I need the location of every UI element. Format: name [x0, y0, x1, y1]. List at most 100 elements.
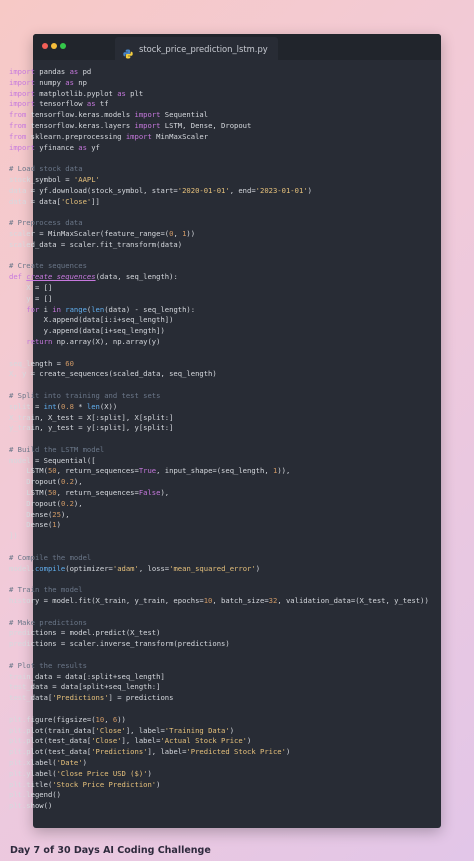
code-token: test_data[	[9, 693, 53, 703]
comment-token: # Make predictions	[9, 617, 87, 627]
file-tab[interactable]: stock_price_prediction_lstm.py	[115, 37, 278, 60]
number-token: 50	[47, 466, 57, 476]
code-token: MinMaxScaler	[151, 131, 209, 141]
code-token: , batch_size=	[212, 596, 269, 606]
code-token: matplotlib.pyplot	[34, 88, 118, 98]
keyword-token: from	[9, 120, 27, 130]
code-line: plt.plot(test_data['Predictions'], label…	[9, 747, 429, 758]
code-line: import pandas as pd	[9, 67, 429, 78]
code-token: plt.show()	[9, 801, 53, 811]
code-line: # Split into training and test sets	[9, 391, 429, 402]
code-token: )	[147, 768, 152, 778]
code-token: Dropout(	[9, 498, 61, 508]
python-icon	[123, 44, 133, 58]
code-token: np.array(X), np.array(y)	[52, 336, 161, 346]
code-token: )	[156, 779, 161, 789]
code-token: tensorflow	[34, 99, 87, 109]
code-line: def create_sequences(data, seq_length):	[9, 272, 429, 283]
code-token: )	[255, 563, 261, 573]
builtin-token: range	[65, 304, 87, 314]
code-line: from tensorflow.keras.models import Sequ…	[9, 110, 429, 121]
code-line: test_data = data[split+seq_length:]	[9, 682, 429, 693]
code-token: ])	[9, 531, 18, 541]
code-token: predictions = scaler.inverse_transform(p…	[9, 639, 230, 649]
code-token: tensorflow.keras.layers	[26, 120, 135, 130]
code-token: test_data = data[split+seq_length:]	[9, 682, 161, 692]
code-token: scaler = MinMaxScaler(feature_range=(	[9, 228, 170, 238]
builtin-token: int	[43, 401, 57, 411]
code-token: plt.plot(train_data[	[9, 725, 96, 735]
code-token: predictions = model.predict(X_test)	[9, 628, 161, 638]
code-token: , return_sequences=	[56, 466, 139, 476]
builtin-token: len	[86, 401, 100, 411]
code-line: # Train the model	[9, 585, 429, 596]
code-line: # Plot the results	[9, 661, 429, 672]
close-window-button[interactable]	[42, 43, 48, 49]
code-token: train_data = data[:split+seq_length]	[9, 671, 165, 681]
builtin-token: len	[91, 304, 105, 314]
comment-token: # Create sequences	[9, 261, 87, 271]
keyword-token: return	[26, 336, 53, 346]
code-token: ),	[73, 498, 83, 508]
keyword-token: as	[65, 77, 74, 87]
string-token: 'Predictions'	[91, 747, 148, 757]
code-token: yfinance	[34, 142, 79, 152]
code-line: for i in range(len(data) - seq_length):	[9, 305, 429, 316]
comment-token: # Plot the results	[9, 660, 87, 670]
code-token: ,	[173, 228, 183, 238]
code-line: stock_symbol = 'AAPL'	[9, 175, 429, 186]
code-line: LSTM(50, return_sequences=False),	[9, 488, 429, 499]
code-line: Dense(1)	[9, 520, 429, 531]
comment-token: # Preprocess data	[9, 218, 83, 228]
code-token: scaled_data = scaler.fit_transform(data)	[9, 239, 183, 249]
code-line: y.append(data[i+seq_length])	[9, 326, 429, 337]
code-token: pandas	[34, 67, 70, 76]
code-token: Dropout(	[9, 477, 61, 487]
minimize-window-button[interactable]	[51, 43, 57, 49]
code-token: i	[39, 304, 53, 314]
code-line: import yfinance as yf	[9, 143, 429, 154]
code-token: y = []	[9, 293, 53, 303]
code-token: LSTM(	[9, 466, 48, 476]
code-token: , loss=	[138, 563, 170, 573]
string-token: 'Close'	[91, 736, 122, 746]
code-token: )	[247, 736, 252, 746]
code-token: plt.figure(figsize=(	[9, 714, 96, 724]
file-tab-label: stock_price_prediction_lstm.py	[139, 43, 268, 54]
number-token: 60	[65, 358, 74, 368]
string-token: 'Close Price USD ($)'	[56, 768, 148, 778]
code-line: data = data['Close']]	[9, 197, 429, 208]
code-token: ))	[186, 228, 196, 238]
code-token: X_train, X_test = X[:split], X[split:]	[9, 412, 174, 422]
code-editor[interactable]: import pandas as pd import numpy as np imp…	[9, 67, 429, 812]
code-token: history = model.fit(X_train, y_train, ep…	[9, 596, 204, 606]
maximize-window-button[interactable]	[60, 43, 66, 49]
code-line: LSTM(50, return_sequences=True, input_sh…	[9, 466, 429, 477]
code-token: model.	[9, 563, 35, 573]
number-token: 0.2	[60, 477, 74, 487]
keyword-token: from	[9, 131, 27, 141]
code-line: X_train, X_test = X[:split], X[split:]	[9, 413, 429, 424]
string-token: 'Actual Stock Price'	[160, 736, 248, 746]
comment-token: # Compile the model	[9, 552, 92, 562]
string-token: 'adam'	[112, 563, 139, 573]
keyword-token: as	[86, 99, 96, 109]
footer-caption: Day 7 of 30 Days AI Coding Challenge	[10, 845, 211, 856]
string-token: 'Close'	[60, 196, 92, 206]
code-line: train_data = data[:split+seq_length]	[9, 672, 429, 683]
code-token: ], label=	[121, 736, 161, 746]
keyword-token: import	[9, 77, 35, 87]
keyword-token: import	[9, 88, 35, 98]
keyword-token: from	[9, 110, 27, 120]
code-line: # Make predictions	[9, 618, 429, 629]
code-token: , return_sequences=	[56, 488, 139, 498]
code-token: *	[73, 401, 87, 411]
code-line: data = yf.download(stock_symbol, start='…	[9, 186, 429, 197]
code-token: ] = predictions	[108, 693, 174, 703]
code-token: numpy	[34, 77, 66, 87]
code-token: np	[73, 77, 87, 87]
